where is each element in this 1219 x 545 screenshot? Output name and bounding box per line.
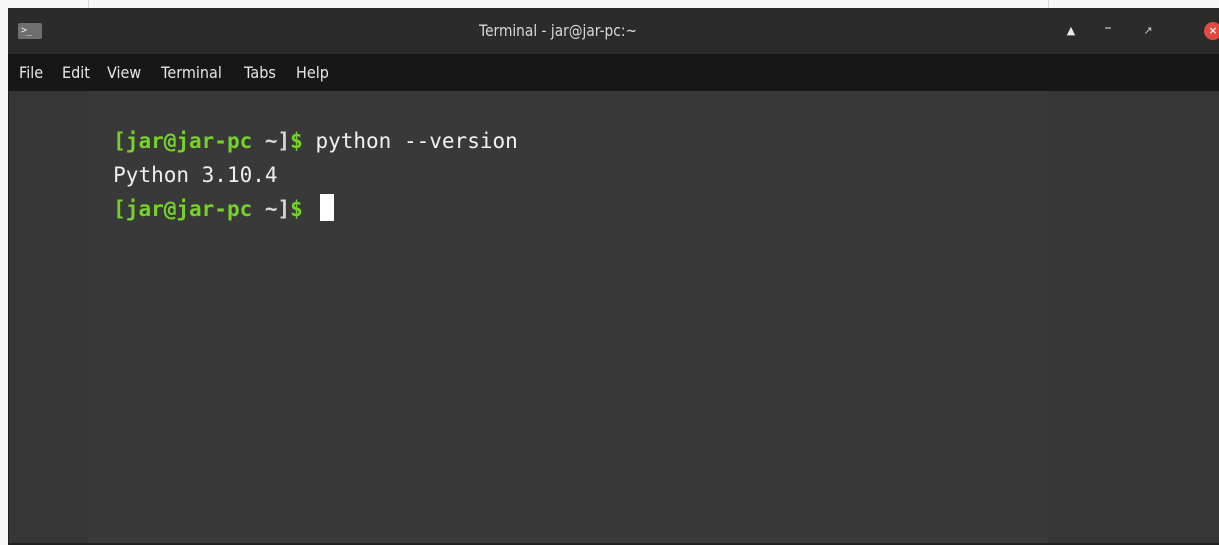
window-title: Terminal - jar@jar-pc:~ xyxy=(479,21,637,40)
terminal-line: Python 3.10.4 xyxy=(12,130,277,187)
menu-file[interactable]: File xyxy=(19,63,43,82)
prompt-symbol: $ xyxy=(290,197,303,221)
menu-view[interactable]: View xyxy=(107,63,141,82)
terminal-window: >_ Terminal - jar@jar-pc:~ ▲ – ↗ × File … xyxy=(8,8,1219,545)
terminal-icon[interactable]: >_ xyxy=(18,23,42,39)
menu-help[interactable]: Help xyxy=(296,63,329,82)
maximize-icon[interactable]: ↗ xyxy=(1139,22,1157,40)
terminal-command: python --version xyxy=(302,129,518,153)
menu-edit[interactable]: Edit xyxy=(62,63,90,82)
desktop-divider xyxy=(1048,0,1049,8)
text-cursor xyxy=(320,194,335,221)
window-edge xyxy=(8,91,9,545)
desktop-divider xyxy=(88,0,89,8)
terminal-output-area[interactable]: [jar@jar-pc ~]$ python --version Python … xyxy=(8,91,1219,545)
background-panel-right xyxy=(1048,91,1219,545)
prompt-symbol: $ xyxy=(290,129,303,153)
terminal-line: [jar@jar-pc ~]$ python --version xyxy=(12,96,518,153)
menu-tabs[interactable]: Tabs xyxy=(244,63,276,82)
menu-bar: File Edit View Terminal Tabs Help xyxy=(8,54,1219,91)
prompt-path: ~] xyxy=(252,197,291,221)
desktop-background: >_ Terminal - jar@jar-pc:~ ▲ – ↗ × File … xyxy=(0,0,1219,545)
terminal-command xyxy=(303,197,316,221)
prompt-user-host: [jar@jar-pc xyxy=(113,197,253,221)
close-icon[interactable]: × xyxy=(1204,22,1219,40)
title-bar[interactable]: >_ Terminal - jar@jar-pc:~ ▲ – ↗ × xyxy=(8,8,1219,54)
terminal-line: [jar@jar-pc ~]$ xyxy=(12,164,335,221)
minimize-icon[interactable]: – xyxy=(1099,19,1117,37)
keep-above-icon[interactable]: ▲ xyxy=(1062,22,1080,40)
menu-terminal[interactable]: Terminal xyxy=(161,63,222,82)
